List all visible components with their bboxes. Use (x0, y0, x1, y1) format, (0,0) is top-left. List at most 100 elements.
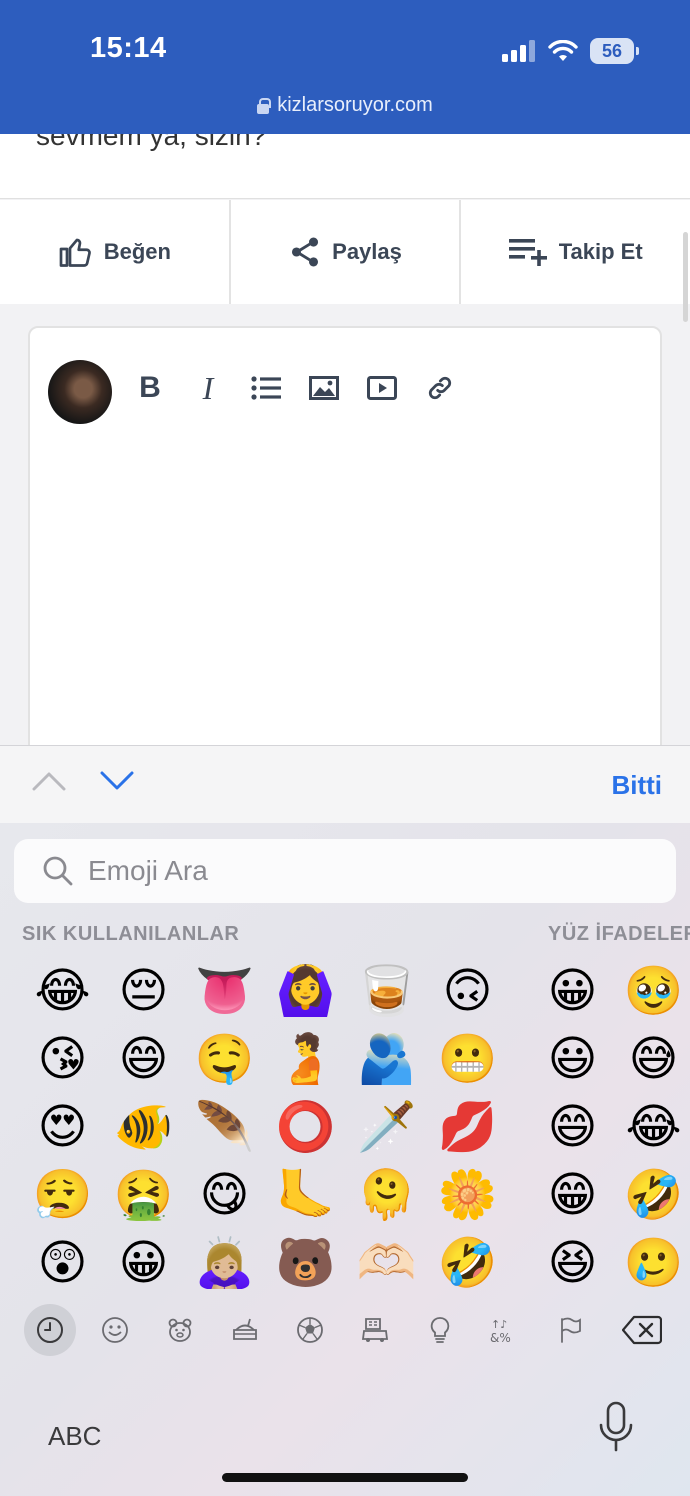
page-scrollbar[interactable] (683, 232, 688, 322)
emoji-key[interactable]: 🥃 (346, 958, 427, 1026)
emoji-key[interactable]: 🙆‍♀️ (265, 958, 346, 1026)
address-bar[interactable]: kizlarsoruyor.com (0, 94, 690, 117)
status-time: 15:14 (90, 32, 167, 64)
backspace-icon (622, 1315, 662, 1345)
bold-button[interactable]: B (134, 371, 166, 404)
done-button[interactable]: Bitti (611, 770, 662, 801)
wifi-icon (548, 40, 578, 61)
emoji-key[interactable]: 💋 (427, 1094, 508, 1162)
abc-keyboard-button[interactable]: ABC (48, 1421, 101, 1452)
frequent-section-title: SIK KULLANILANLAR (22, 923, 240, 945)
emoji-key[interactable]: 😃 (532, 1026, 613, 1094)
like-label: Beğen (103, 239, 171, 264)
insert-image-button[interactable] (308, 372, 340, 404)
lock-icon (257, 97, 272, 114)
emoji-key[interactable]: 😋 (184, 1162, 265, 1230)
emoji-key[interactable]: ⭕ (265, 1094, 346, 1162)
emoji-key[interactable]: 🪶 (184, 1094, 265, 1162)
emoji-key[interactable]: 🌼 (427, 1162, 508, 1230)
follow-button[interactable]: Takip Et (461, 200, 690, 304)
bulleted-list-button[interactable] (250, 372, 282, 404)
category-smileys[interactable] (89, 1304, 141, 1356)
emoji-key[interactable]: 🐠 (103, 1094, 184, 1162)
animal-icon (168, 1318, 192, 1342)
status-icons: 56 (502, 36, 639, 66)
emoji-key[interactable]: 🤤 (184, 1026, 265, 1094)
video-icon (367, 376, 397, 400)
emoji-key[interactable]: 🙇🏼‍♀️ (184, 1230, 265, 1298)
emoji-key[interactable]: 🥹 (613, 958, 690, 1026)
emoji-search-field[interactable]: Emoji Ara (14, 839, 676, 903)
smiley-icon (102, 1317, 128, 1343)
emoji-key[interactable]: 🫂 (346, 1026, 427, 1094)
link-icon (428, 376, 452, 400)
emoji-key[interactable]: 😅 (613, 1026, 690, 1094)
question-text-block: sevmem ya, sizin? (0, 134, 690, 199)
cellular-signal-icon (502, 40, 535, 62)
emoji-key[interactable]: 😄 (103, 1026, 184, 1094)
svg-text:↑♪: ↑♪ (491, 1318, 507, 1331)
emoji-key[interactable]: 😀 (532, 958, 613, 1026)
like-button[interactable]: Beğen (0, 200, 231, 304)
emoji-key[interactable]: 😬 (427, 1026, 508, 1094)
category-travel[interactable] (349, 1304, 401, 1356)
emoji-key[interactable]: 😀 (103, 1230, 184, 1298)
emoji-key[interactable]: 🤮 (103, 1162, 184, 1230)
emoji-key[interactable]: 😮‍💨 (22, 1162, 103, 1230)
next-field-button[interactable] (100, 770, 134, 792)
keyboard-accessory-bar: Bitti (0, 745, 690, 823)
emoji-key[interactable]: 😄 (532, 1094, 613, 1162)
share-button[interactable]: Paylaş (231, 200, 462, 304)
category-recent[interactable] (24, 1304, 76, 1356)
category-activity[interactable] (284, 1304, 336, 1356)
answer-editor[interactable]: B I (28, 326, 662, 766)
emoji-key[interactable]: 🙃 (427, 958, 508, 1026)
emoji-key[interactable]: 🥲 (613, 1230, 690, 1298)
emoji-key[interactable]: 🫄 (265, 1026, 346, 1094)
emoji-key[interactable]: 🐻 (265, 1230, 346, 1298)
microphone-icon[interactable] (598, 1401, 634, 1453)
category-flags[interactable] (544, 1304, 596, 1356)
objects-icon (430, 1317, 450, 1343)
emoji-key[interactable]: 😲 (22, 1230, 103, 1298)
emoji-key[interactable]: 😘 (22, 1026, 103, 1094)
user-avatar (48, 360, 112, 424)
faces-emoji-grid: 😀 🥹 😃 😅 😄 😂 😁 🤣 😆 🥲 (532, 958, 690, 1298)
share-label: Paylaş (332, 239, 402, 264)
emoji-key[interactable]: 😔 (103, 958, 184, 1026)
previous-field-button[interactable] (32, 770, 66, 792)
category-objects[interactable] (414, 1304, 466, 1356)
emoji-key[interactable]: 😂 (22, 958, 103, 1026)
battery-level: 56 (601, 40, 623, 61)
flag-icon (561, 1317, 581, 1343)
battery-indicator: 56 (590, 38, 639, 64)
emoji-key[interactable]: 👅 (184, 958, 265, 1026)
emoji-key[interactable]: 🤣 (427, 1230, 508, 1298)
emoji-key[interactable]: 😆 (532, 1230, 613, 1298)
browser-header: 15:14 56 kizlarsoruyor.com (0, 0, 690, 134)
emoji-key[interactable]: 🗡️ (346, 1094, 427, 1162)
category-animals[interactable] (154, 1304, 206, 1356)
category-food[interactable] (219, 1304, 271, 1356)
delete-button[interactable] (616, 1304, 668, 1356)
emoji-key[interactable]: 😁 (532, 1162, 613, 1230)
emoji-key[interactable]: 🤣 (613, 1162, 690, 1230)
category-symbols[interactable]: ↑♪ &% (479, 1304, 531, 1356)
image-icon (309, 376, 339, 400)
url-text: kizlarsoruyor.com (277, 94, 433, 116)
emoji-key[interactable]: 😂 (613, 1094, 690, 1162)
editor-toolbar: B I (134, 370, 456, 406)
home-indicator (222, 1473, 468, 1482)
emoji-key[interactable]: 🫠 (346, 1162, 427, 1230)
share-icon (292, 237, 319, 267)
emoji-key[interactable]: 🦶 (265, 1162, 346, 1230)
emoji-key[interactable]: 🫶🏻 (346, 1230, 427, 1298)
italic-button[interactable]: I (192, 370, 224, 406)
search-icon (43, 856, 73, 886)
emoji-search-placeholder: Emoji Ara (88, 855, 208, 886)
emoji-category-bar: ↑♪ &% (0, 1303, 690, 1357)
playlist-add-icon (508, 239, 547, 266)
insert-link-button[interactable] (424, 372, 456, 404)
emoji-key[interactable]: 😍 (22, 1094, 103, 1162)
insert-video-button[interactable] (366, 372, 398, 404)
